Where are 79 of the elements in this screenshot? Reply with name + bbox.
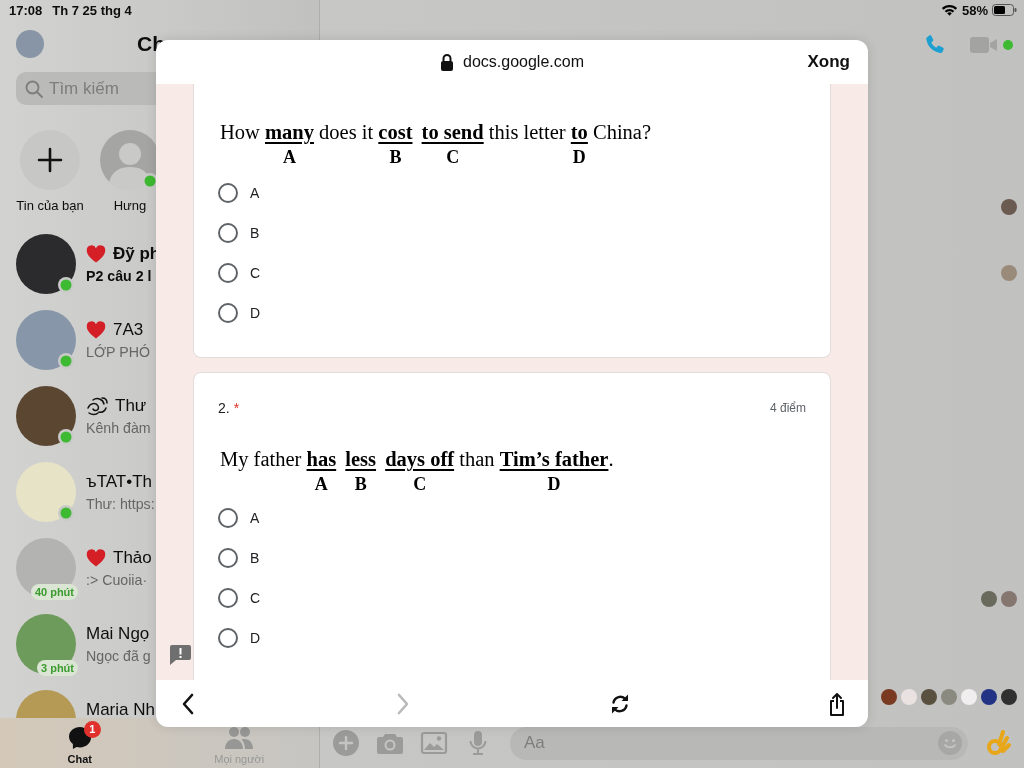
chat-name[interactable]: Thảo bbox=[113, 547, 152, 569]
question-text: How many does it cost to send this letter to China? bbox=[220, 120, 652, 144]
option-label[interactable]: B bbox=[250, 550, 260, 566]
answer-letter: D bbox=[572, 147, 586, 167]
wifi-icon bbox=[940, 4, 958, 16]
read-receipt-avatar bbox=[941, 689, 957, 705]
option-label[interactable]: D bbox=[250, 630, 261, 646]
profile-avatar bbox=[16, 386, 76, 446]
message-preview: Thư: https: bbox=[86, 495, 155, 513]
question-text: My father has less days off than Tim’s father. bbox=[220, 447, 614, 471]
radio-button[interactable] bbox=[218, 588, 238, 608]
chat-name[interactable]: Maria Nh bbox=[86, 699, 155, 718]
option-label[interactable]: D bbox=[250, 305, 261, 321]
read-receipt-avatar bbox=[1001, 199, 1017, 215]
option-label[interactable]: C bbox=[250, 590, 261, 606]
plus-icon bbox=[37, 147, 63, 173]
heart-icon bbox=[86, 549, 106, 567]
active-time-badge: 3 phút bbox=[37, 660, 78, 676]
profile-avatar bbox=[16, 234, 76, 294]
feedback-icon[interactable] bbox=[170, 645, 191, 665]
message-preview: P2 câu 2 l bbox=[86, 267, 152, 285]
message-preview: Ngọc đã g bbox=[86, 647, 151, 665]
active-time-badge: 40 phút bbox=[30, 584, 78, 600]
chat-name[interactable]: Thư bbox=[115, 395, 147, 417]
tab-button[interactable]: Chat 1 bbox=[0, 718, 160, 768]
radio-button[interactable] bbox=[218, 548, 238, 568]
radio-button[interactable] bbox=[218, 183, 238, 203]
radio-button[interactable] bbox=[218, 508, 238, 528]
read-receipt-avatar bbox=[1001, 265, 1017, 281]
read-receipt-avatar bbox=[1001, 689, 1017, 705]
people-icon bbox=[223, 726, 256, 750]
message-preview: Kênh đàm bbox=[86, 419, 151, 437]
points-label: 4 điểm bbox=[769, 401, 806, 415]
option-label[interactable]: A bbox=[250, 510, 260, 526]
battery-icon bbox=[992, 4, 1017, 16]
answer-letter: A bbox=[282, 147, 296, 167]
url-text: docs.google.com bbox=[463, 53, 584, 71]
chat-name[interactable]: ъTAT•Th bbox=[86, 471, 152, 493]
answer-letter: C bbox=[446, 147, 460, 167]
option-label[interactable]: A bbox=[250, 185, 260, 201]
answer-letter: B bbox=[389, 147, 402, 167]
answer-letter: C bbox=[413, 474, 427, 494]
read-receipt-avatar bbox=[961, 689, 977, 705]
option-label[interactable]: C bbox=[250, 265, 261, 281]
answer-letter: A bbox=[314, 474, 328, 494]
search-icon bbox=[25, 80, 43, 98]
search-field[interactable]: Tìm kiếm bbox=[16, 72, 156, 105]
option-label[interactable]: B bbox=[250, 225, 260, 241]
swirl-icon bbox=[86, 396, 108, 416]
battery-percent: 58% bbox=[961, 2, 988, 18]
heart-icon bbox=[86, 321, 106, 339]
message-preview: :> Cuoiia· bbox=[86, 571, 148, 589]
read-receipt-avatar bbox=[901, 689, 917, 705]
status-dot-icon bbox=[1003, 40, 1013, 50]
read-receipt-avatar bbox=[1001, 591, 1017, 607]
required-mark: * bbox=[233, 400, 240, 416]
question-number: 2. bbox=[218, 400, 230, 416]
status-time: 17:08 bbox=[9, 2, 43, 18]
profile-avatar bbox=[16, 310, 76, 370]
message-preview: LỚP PHÓ bbox=[86, 343, 150, 361]
chat-name[interactable]: Mai Ngọ bbox=[86, 623, 150, 645]
lock-icon bbox=[440, 53, 454, 71]
message-input[interactable]: Aa bbox=[510, 726, 968, 760]
story-label: Hưng bbox=[113, 198, 147, 214]
radio-button[interactable] bbox=[218, 263, 238, 283]
radio-button[interactable] bbox=[218, 303, 238, 323]
answer-letter: D bbox=[547, 474, 561, 494]
radio-button[interactable] bbox=[218, 628, 238, 648]
radio-button[interactable] bbox=[218, 223, 238, 243]
read-receipt-avatar bbox=[921, 689, 937, 705]
heart-icon bbox=[86, 245, 106, 263]
done-button[interactable]: Xong bbox=[807, 52, 850, 72]
chat-name[interactable]: 7A3 bbox=[113, 319, 144, 341]
answer-letter: B bbox=[354, 474, 367, 494]
read-receipt-avatar bbox=[981, 591, 997, 607]
status-date: Th 7 25 thg 4 bbox=[52, 2, 132, 18]
read-receipt-avatar bbox=[981, 689, 997, 705]
read-receipt-avatar bbox=[881, 689, 897, 705]
story-label: Tin của bạn bbox=[16, 198, 84, 214]
